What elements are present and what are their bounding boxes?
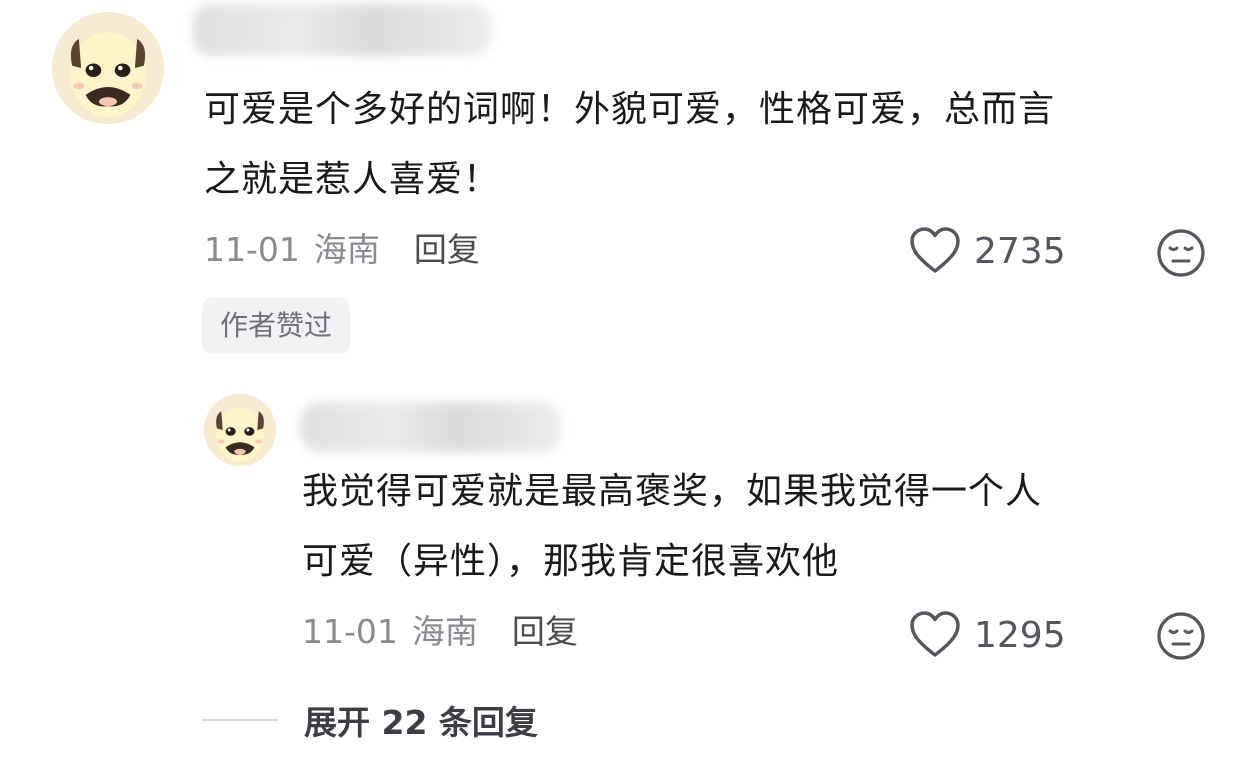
comment-text-line-2: 可爱（异性），那我肯定很喜欢他: [302, 541, 840, 582]
divider-line: [202, 719, 278, 721]
comment-date: 11-01: [204, 230, 300, 269]
comment-text-line-2: 之就是惹人喜爱！: [204, 159, 501, 200]
username-blurred[interactable]: [300, 402, 562, 452]
avatar[interactable]: [52, 12, 164, 124]
author-liked-badge: 作者赞过: [202, 298, 351, 354]
heart-outline-icon: [910, 611, 960, 657]
like-count: 2735: [974, 230, 1066, 272]
comment-date: 11-01: [302, 612, 398, 651]
comment-location: 海南: [313, 230, 380, 269]
comment-meta: 11-01 海南 回复: [302, 612, 578, 652]
comment-meta: 11-01 海南 回复: [204, 230, 480, 270]
comment-text-line-1: 可爱是个多好的词啊！外貌可爱，性格可爱，总而言: [204, 89, 1056, 130]
neutral-face-icon: [1157, 612, 1205, 660]
dislike-button[interactable]: [1156, 228, 1206, 278]
reply-button[interactable]: 回复: [414, 230, 480, 269]
avatar-face-icon: [52, 12, 164, 124]
expand-replies-label: 展开 22 条回复: [304, 703, 538, 742]
username-blurred[interactable]: [192, 4, 492, 56]
like-button[interactable]: 1295: [908, 610, 1066, 660]
comment-text-line-1: 我觉得可爱就是最高褒奖，如果我觉得一个人: [302, 471, 1043, 512]
dislike-button[interactable]: [1156, 611, 1206, 661]
like-count: 1295: [974, 614, 1066, 656]
neutral-face-icon: [1157, 229, 1205, 277]
like-button[interactable]: 2735: [908, 226, 1066, 276]
comment-location: 海南: [411, 612, 478, 651]
heart-outline-icon: [910, 227, 960, 273]
expand-replies-button[interactable]: 展开 22 条回复: [202, 696, 538, 744]
avatar[interactable]: [204, 394, 276, 466]
reply-button[interactable]: 回复: [512, 612, 578, 651]
avatar-face-icon: [204, 394, 276, 466]
